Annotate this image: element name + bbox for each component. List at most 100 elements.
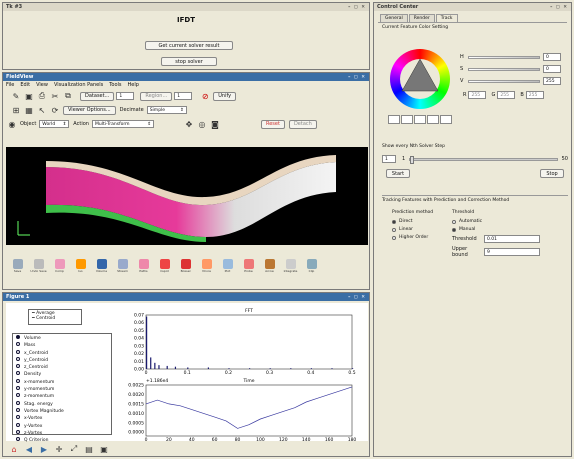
variable-item[interactable]: x-momentum [16, 378, 108, 386]
tab-track[interactable]: Track [435, 14, 458, 22]
tool-save[interactable]: Save [9, 259, 26, 273]
tool-stream[interactable]: Stream [114, 259, 131, 273]
tool-arrow[interactable]: Arrow [261, 259, 278, 273]
hsv-value[interactable]: 0 [543, 53, 561, 61]
rgb-value[interactable]: 255 [525, 91, 544, 99]
move-icon[interactable]: ✥ [184, 119, 194, 129]
region-button[interactable]: Region... [140, 91, 173, 101]
rgb-value[interactable]: 255 [497, 91, 516, 99]
tool-boxsel[interactable]: Boxsel [177, 259, 194, 273]
copy-icon[interactable]: ⧉ [63, 91, 73, 101]
target-icon[interactable]: ◎ [197, 119, 207, 129]
ifdt-titlebar[interactable]: Tk #3 – ◻ ✕ [3, 3, 369, 11]
radio-direct[interactable]: Direct [392, 219, 452, 224]
hsv-slider[interactable] [468, 55, 540, 59]
variable-item[interactable]: z-momentum [16, 393, 108, 400]
unify-button[interactable]: Unify [213, 91, 237, 101]
slider-handle[interactable] [410, 155, 415, 164]
reset-button[interactable]: Reset [260, 119, 285, 129]
tool-paths[interactable]: Paths [135, 259, 152, 273]
variable-item[interactable]: y-momentum [16, 386, 108, 393]
back-icon[interactable]: ◀ [24, 444, 34, 454]
start-button[interactable]: Start [386, 169, 410, 178]
figure-titlebar[interactable]: Figure 1 – ◻ ✕ [3, 293, 369, 301]
threshold-input[interactable]: 0.01 [484, 235, 540, 243]
variable-item[interactable]: Density [16, 371, 108, 378]
window-controls[interactable]: – ◻ ✕ [348, 5, 366, 10]
swatch[interactable] [401, 115, 413, 124]
radio-manual[interactable]: Manual [452, 227, 562, 232]
hsv-slider[interactable] [468, 67, 540, 71]
tab-general[interactable]: General [380, 14, 408, 22]
swatch[interactable] [440, 115, 452, 124]
window-controls[interactable]: – ◻ ✕ [348, 295, 366, 300]
camera-icon[interactable]: ◙ [210, 119, 220, 129]
save-figure-icon[interactable]: ▣ [99, 444, 109, 454]
hsv-value[interactable]: 0 [543, 65, 561, 73]
tool-probe[interactable]: Probe [240, 259, 257, 273]
hsv-value[interactable]: 255 [543, 77, 561, 85]
radio-linear[interactable]: Linear [392, 227, 452, 232]
eye-icon[interactable]: ◉ [7, 119, 17, 129]
radio-automatic[interactable]: Automatic [452, 219, 562, 224]
get-solver-result-button[interactable]: Get current solver result [145, 41, 233, 50]
variable-item[interactable]: Volume [16, 335, 108, 342]
tab-render[interactable]: Render [408, 14, 435, 22]
3d-viewport[interactable] [6, 147, 368, 245]
step-slider[interactable] [409, 155, 558, 164]
save-icon[interactable]: ▣ [24, 91, 34, 101]
variable-item[interactable]: y_Centroid [16, 356, 108, 364]
print-icon[interactable]: ⎙ [37, 91, 47, 101]
tool-plot[interactable]: Plot [219, 259, 236, 273]
object-select[interactable]: World ⇕ [39, 120, 70, 128]
menu-help[interactable]: Help [128, 82, 139, 88]
action-select[interactable]: Multi-Transform ⇕ [91, 120, 154, 128]
fieldview-titlebar[interactable]: FieldView – ◻ ✕ [3, 73, 369, 81]
upper-bound-input[interactable]: 9 [484, 248, 540, 256]
tool-integrate[interactable]: Integrate [282, 259, 299, 273]
radio-higher-order[interactable]: Higher Order [392, 235, 452, 240]
hsv-slider[interactable] [468, 79, 540, 83]
window-controls[interactable]: – ◻ ✕ [550, 5, 568, 10]
open-icon[interactable]: ✎ [11, 91, 21, 101]
variable-item[interactable]: Mass [16, 342, 108, 349]
dataset-field[interactable]: 1 [116, 92, 135, 100]
menu-visualization-panels[interactable]: Visualization Panels [54, 82, 103, 88]
viewer-options-button[interactable]: Viewer Options... [63, 105, 116, 115]
decimate-select[interactable]: Simple ⇕ [146, 106, 187, 114]
home-icon[interactable]: ⌂ [9, 444, 19, 454]
pointer-icon[interactable]: ↖ [37, 105, 47, 115]
color-wheel[interactable] [390, 49, 450, 109]
cc-titlebar[interactable]: Control Center – ◻ ✕ [374, 3, 571, 11]
zoom-icon[interactable]: ⤢ [69, 444, 79, 454]
detach-button[interactable]: Detach [288, 119, 317, 129]
tool-volume[interactable]: Volume [93, 259, 110, 273]
tool-clip[interactable]: Clip [303, 259, 320, 273]
swatch[interactable] [388, 115, 400, 124]
menu-tools[interactable]: Tools [109, 82, 121, 88]
dataset-button[interactable]: Dataset... [80, 91, 115, 101]
variable-item[interactable]: Stag. energy [16, 400, 108, 408]
tool-comp[interactable]: Comp [51, 259, 68, 273]
grid-icon[interactable]: ⊞ [11, 105, 21, 115]
stop-button[interactable]: Stop [540, 169, 564, 178]
window-controls[interactable]: – ◻ ✕ [348, 75, 366, 80]
color-triangle[interactable] [390, 49, 450, 109]
swatch[interactable] [414, 115, 426, 124]
tool-undo-save[interactable]: Undo Save [30, 259, 47, 273]
variable-item[interactable]: z_Centroid [16, 364, 108, 371]
variable-item[interactable]: y-Vortex [16, 422, 108, 430]
cut-icon[interactable]: ✂ [50, 91, 60, 101]
menu-file[interactable]: File [6, 82, 14, 88]
tool-iso[interactable]: Iso [72, 259, 89, 273]
variable-item[interactable]: Vortex Magnitude [16, 407, 108, 415]
stop-solver-button[interactable]: stop solver [161, 57, 217, 66]
menu-edit[interactable]: Edit [20, 82, 30, 88]
swatch[interactable] [427, 115, 439, 124]
menu-view[interactable]: View [36, 82, 48, 88]
variable-item[interactable]: x_Centroid [16, 349, 108, 357]
no-sync-icon[interactable]: ⊘ [200, 91, 210, 101]
rgb-value[interactable]: 255 [468, 91, 487, 99]
tool-cspot[interactable]: Cspot [156, 259, 173, 273]
tool-vcore[interactable]: VCore [198, 259, 215, 273]
